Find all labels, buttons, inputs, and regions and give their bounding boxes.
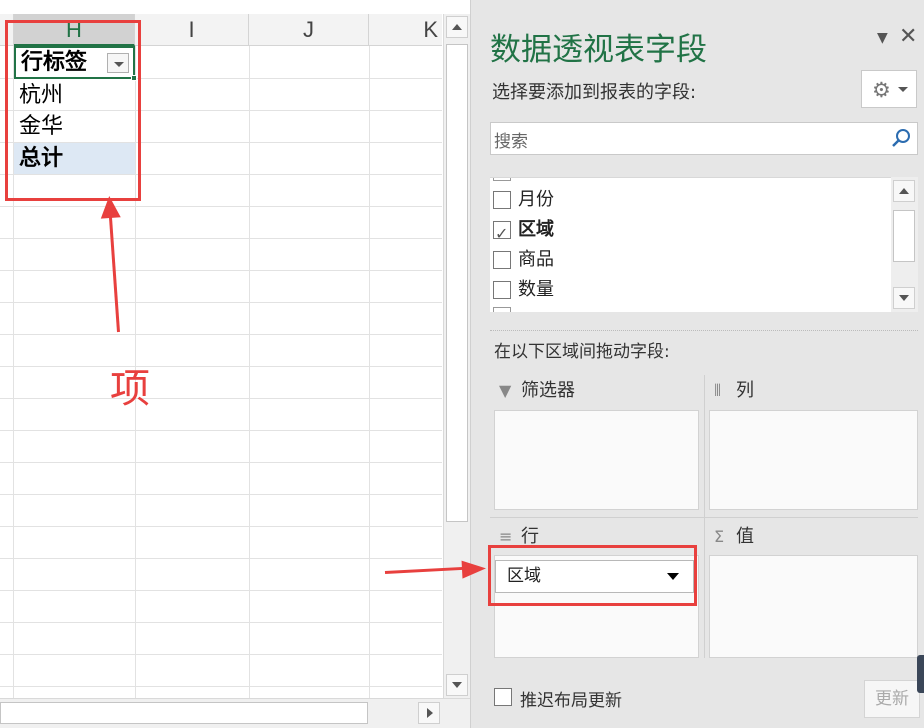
field-label: 数量 xyxy=(518,279,554,300)
area-divider xyxy=(490,517,918,518)
columns-drop-area[interactable] xyxy=(709,410,918,510)
horizontal-scroll-thumb[interactable] xyxy=(0,702,368,724)
annotation-arrow-head xyxy=(461,559,487,579)
scroll-thumb[interactable] xyxy=(893,210,915,262)
annotation-label-item: 项 xyxy=(110,366,150,412)
field-list-scrollbar[interactable] xyxy=(891,177,918,312)
gear-icon: ⚙ xyxy=(872,78,891,102)
gridline xyxy=(0,526,442,527)
field-checkbox-partial xyxy=(493,178,511,181)
window-edge xyxy=(917,655,924,693)
area-title: 值 xyxy=(736,526,754,547)
tools-gear-button[interactable]: ⚙ xyxy=(861,70,917,108)
annotation-box-row-field xyxy=(488,545,697,606)
field-checkbox[interactable] xyxy=(493,191,511,209)
pane-options-chevron-icon[interactable]: ▼ xyxy=(877,30,888,46)
area-title: 行 xyxy=(521,526,539,547)
gridline xyxy=(0,334,442,335)
gridline xyxy=(0,302,442,303)
vertical-scrollbar[interactable] xyxy=(443,14,470,698)
scroll-up-button[interactable] xyxy=(893,180,915,202)
field-checkbox-checked[interactable] xyxy=(493,219,511,249)
field-checkbox-partial xyxy=(493,307,511,312)
gridline xyxy=(0,270,442,271)
scroll-up-button[interactable] xyxy=(446,16,468,38)
gridline xyxy=(0,206,442,207)
annotation-box-pivot xyxy=(5,20,141,201)
chevron-down-icon xyxy=(898,87,908,92)
values-drop-area[interactable] xyxy=(709,555,918,658)
gridline xyxy=(0,558,442,559)
filter-icon: ▼ xyxy=(499,381,512,400)
field-label: 商品 xyxy=(518,249,554,270)
scroll-down-button[interactable] xyxy=(446,674,468,696)
scroll-right-button[interactable] xyxy=(418,702,440,724)
defer-update-label: 推迟布局更新 xyxy=(520,691,622,711)
field-checkbox[interactable] xyxy=(493,251,511,269)
gridline xyxy=(0,366,442,367)
search-icon[interactable] xyxy=(889,126,913,150)
pane-title: 数据透视表字段 xyxy=(490,32,707,68)
area-title: 列 xyxy=(736,380,754,401)
area-title: 筛选器 xyxy=(521,380,575,401)
field-label: 月份 xyxy=(518,189,554,210)
horizontal-scrollbar[interactable] xyxy=(0,698,470,728)
column-header-k[interactable]: K xyxy=(369,14,442,46)
annotation-arrow-head xyxy=(99,195,121,219)
filters-area-header: ▼ 筛选器 xyxy=(499,376,575,406)
gridline xyxy=(249,46,250,698)
scroll-thumb[interactable] xyxy=(446,44,468,522)
pivot-field-pane: 数据透视表字段 ▼ ✕ 选择要添加到报表的字段: ⚙ 搜索 月份 区域 xyxy=(470,0,924,728)
defer-update-checkbox[interactable] xyxy=(494,688,512,706)
drag-instructions: 在以下区域间拖动字段: xyxy=(494,342,670,362)
update-button[interactable]: 更新 xyxy=(864,680,920,718)
field-checkbox[interactable] xyxy=(493,281,511,299)
gridline xyxy=(0,238,442,239)
field-list: 月份 区域 商品 数量 xyxy=(490,177,918,312)
columns-area-header: ⦀ 列 xyxy=(714,376,754,406)
pane-splitter[interactable] xyxy=(490,330,918,331)
field-label: 区域 xyxy=(518,219,554,240)
column-header-i[interactable]: I xyxy=(135,14,249,46)
search-placeholder: 搜索 xyxy=(494,132,528,152)
gridline xyxy=(0,686,442,687)
gridline xyxy=(0,654,442,655)
filters-drop-area[interactable] xyxy=(494,410,699,510)
column-header-j[interactable]: J xyxy=(249,14,369,46)
columns-icon: ⦀ xyxy=(714,381,722,400)
gridline xyxy=(0,462,442,463)
scroll-down-button[interactable] xyxy=(893,287,915,309)
values-area-header: Σ值 xyxy=(714,522,754,552)
gridline xyxy=(0,590,442,591)
gridline xyxy=(369,46,370,698)
pane-subtitle: 选择要添加到报表的字段: xyxy=(492,82,697,103)
gridline xyxy=(0,430,442,431)
sigma-icon: Σ xyxy=(714,527,725,546)
close-icon[interactable]: ✕ xyxy=(899,24,917,49)
gridline xyxy=(0,622,442,623)
screen: H I J K 行标签 杭州 金华 总计 项 数据透视表字段 ▼ ✕ 选择要添加… xyxy=(0,0,924,728)
gridline xyxy=(0,398,442,399)
field-search-box[interactable]: 搜索 xyxy=(490,122,918,155)
gridline xyxy=(0,494,442,495)
